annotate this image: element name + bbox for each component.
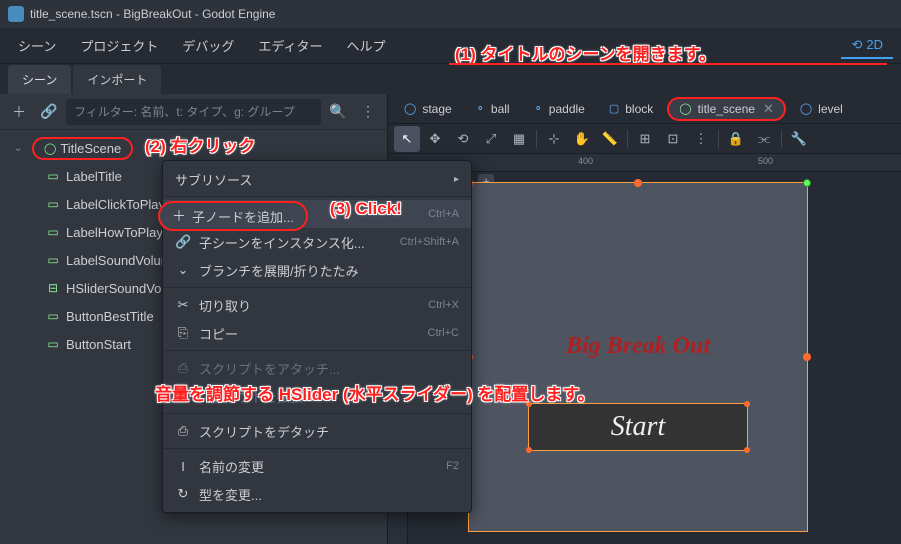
select-tool[interactable]: ↖ (394, 126, 420, 152)
ctx-attach-script: ⎙スクリプトをアタッチ... (163, 354, 471, 382)
root-control-rect[interactable]: Big Break Out Start (468, 182, 808, 532)
rigidbody-icon: ⚬ (476, 102, 485, 115)
smart-snap-toggle[interactable]: ⊡ (660, 126, 686, 152)
close-icon[interactable]: ✕ (763, 101, 774, 117)
menu-scene[interactable]: シーン (8, 30, 66, 61)
button-node-icon: ▭ (46, 309, 60, 323)
ctx-cut[interactable]: ✂切り取りCtrl+X (163, 291, 471, 319)
node2d-icon: ◯ (800, 102, 812, 115)
ctx-expand-branch[interactable]: ⌄ブランチを展開/折りたたみ (163, 256, 471, 284)
node2d-icon: ◯ (404, 102, 416, 115)
menu-debug[interactable]: デバッグ (172, 30, 244, 61)
scene-tab-title-scene[interactable]: ◯title_scene✕ (667, 97, 786, 121)
button-node-icon: ▭ (46, 337, 60, 351)
horizontal-ruler: 400 500 (408, 154, 901, 172)
scene-filter-input[interactable]: フィルター: 名前、t: タイプ、g: グループ (66, 99, 321, 125)
mode-2d-button[interactable]: 2D (841, 33, 893, 59)
resize-handle[interactable] (744, 447, 750, 453)
add-child-highlight: ＋ 子ノードを追加... (158, 201, 308, 231)
script-icon: ⎙ (175, 360, 191, 376)
label-node-icon: ▭ (46, 253, 60, 267)
characterbody-icon: ⚬ (534, 102, 543, 115)
group-button[interactable]: ⫘ (751, 126, 777, 152)
ctx-subresource[interactable]: サブリソース▸ (163, 165, 471, 193)
hslider-node-icon: ⊟ (46, 281, 60, 295)
label-title-preview: Big Break Out (566, 333, 710, 360)
pivot-tool[interactable]: ⊹ (541, 126, 567, 152)
menu-project[interactable]: プロジェクト (70, 30, 168, 61)
ctx-instance-scene[interactable]: 🔗子シーンをインスタンス化...Ctrl+Shift+A (163, 228, 471, 256)
view-options[interactable]: 🔧 (786, 126, 812, 152)
staticbody-icon: ▢ (609, 102, 619, 115)
ctx-copy[interactable]: ⎘コピーCtrl+C (163, 319, 471, 347)
plus-icon: ＋ (172, 206, 186, 226)
open-scenes-tabs: ◯stage ⚬ball ⚬paddle ▢block ◯title_scene… (388, 94, 901, 124)
expand-icon: ⌄ (175, 262, 191, 278)
snap-options[interactable]: ⋮ (688, 126, 714, 152)
annotation-1-underline (449, 63, 887, 65)
resize-handle[interactable] (803, 353, 811, 361)
scene-tab-block[interactable]: ▢block (599, 98, 663, 120)
window-title: title_scene.tscn - BigBreakOut - Godot E… (30, 7, 275, 21)
submenu-arrow-icon: ▸ (454, 174, 459, 185)
lock-button[interactable]: 🔒 (723, 126, 749, 152)
window-titlebar: title_scene.tscn - BigBreakOut - Godot E… (0, 0, 901, 28)
cut-icon: ✂ (175, 297, 191, 313)
add-node-button[interactable]: ＋ (6, 99, 32, 125)
annotation-1: (1) タイトルのシーンを開きます。 (455, 40, 716, 65)
ctx-detach-script[interactable]: ⎙スクリプトをデタッチ (163, 417, 471, 445)
resize-handle[interactable] (803, 179, 811, 187)
copy-icon: ⎘ (175, 325, 191, 341)
annotation-3: (3) Click! (330, 199, 402, 219)
annotation-2: (2) 右クリック (145, 132, 256, 157)
dock-tab-import[interactable]: インポート (73, 65, 161, 94)
label-node-icon: ▭ (46, 225, 60, 239)
label-node-icon: ▭ (46, 169, 60, 183)
menu-bar: シーン プロジェクト デバッグ エディター ヘルプ 2D (0, 28, 901, 64)
ctx-change-type[interactable]: ↻型を変更... (163, 480, 471, 508)
scale-tool[interactable]: ⤢ (478, 126, 504, 152)
change-type-icon: ↻ (175, 486, 191, 502)
search-icon[interactable]: 🔍 (325, 99, 351, 125)
scene-tab-paddle[interactable]: ⚬paddle (524, 98, 595, 120)
collapse-toggle-icon[interactable]: ⌄ (14, 143, 26, 154)
scene-tab-stage[interactable]: ◯stage (394, 98, 462, 120)
resize-handle[interactable] (634, 179, 642, 187)
label-node-icon: ▭ (46, 197, 60, 211)
scene-tab-level[interactable]: ◯level (790, 98, 853, 120)
snap-toggle[interactable]: ⊞ (632, 126, 658, 152)
dock-tabs: シーン インポート (0, 64, 901, 94)
link-icon: 🔗 (175, 234, 191, 250)
list-select-tool[interactable]: ▦ (506, 126, 532, 152)
move-tool[interactable]: ✥ (422, 126, 448, 152)
pan-tool[interactable]: ✋ (569, 126, 595, 152)
scene-toolbar: ＋ 🔗 フィルター: 名前、t: タイプ、g: グループ 🔍 ⋮ (0, 94, 387, 130)
dock-tab-scene[interactable]: シーン (8, 65, 71, 94)
control-node-icon: ◯ (679, 102, 691, 115)
rotate-tool[interactable]: ⟲ (450, 126, 476, 152)
resize-handle[interactable] (526, 447, 532, 453)
menu-editor[interactable]: エディター (248, 30, 332, 61)
viewport-toolbar: ↖ ✥ ⟲ ⤢ ▦ ⊹ ✋ 📏 ⊞ ⊡ ⋮ 🔒 ⫘ 🔧 (388, 124, 901, 154)
annotation-4: 音量を調節する HSlider (水平スライダー) を配置します。 (155, 380, 595, 405)
more-icon[interactable]: ⋮ (355, 99, 381, 125)
ruler-tool[interactable]: 📏 (597, 126, 623, 152)
scene-tab-ball[interactable]: ⚬ball (466, 98, 520, 120)
link-button[interactable]: 🔗 (36, 99, 62, 125)
script-remove-icon: ⎙ (175, 423, 191, 439)
button-start-preview[interactable]: Start (528, 403, 748, 451)
ctx-rename[interactable]: I名前の変更F2 (163, 452, 471, 480)
menu-help[interactable]: ヘルプ (336, 30, 395, 61)
godot-logo-icon (8, 6, 24, 22)
control-node-icon: ◯ (44, 142, 56, 155)
rename-icon: I (175, 459, 191, 474)
resize-handle[interactable] (744, 401, 750, 407)
